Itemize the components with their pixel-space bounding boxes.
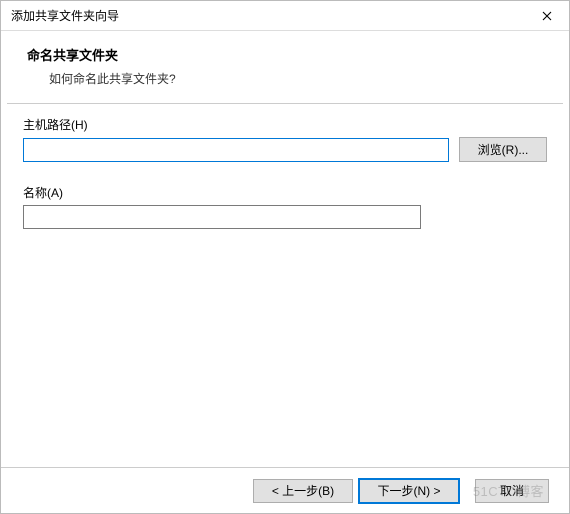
host-path-group: 主机路径(H) 浏览(R)... — [23, 116, 547, 162]
close-button[interactable] — [527, 2, 567, 30]
name-row — [23, 205, 547, 229]
wizard-footer: < 上一步(B) 下一步(N) > 取消 — [1, 467, 569, 513]
close-icon — [542, 11, 552, 21]
window-title: 添加共享文件夹向导 — [11, 7, 527, 24]
back-button[interactable]: < 上一步(B) — [253, 479, 353, 503]
browse-button[interactable]: 浏览(R)... — [459, 137, 547, 162]
cancel-button[interactable]: 取消 — [475, 479, 549, 503]
host-path-input[interactable] — [23, 138, 449, 162]
name-group: 名称(A) — [23, 184, 547, 229]
host-path-row: 浏览(R)... — [23, 137, 547, 162]
page-subtitle: 如何命名此共享文件夹? — [27, 70, 559, 87]
next-button[interactable]: 下一步(N) > — [359, 479, 459, 503]
wizard-header: 命名共享文件夹 如何命名此共享文件夹? — [1, 31, 569, 103]
name-label: 名称(A) — [23, 184, 547, 201]
page-title: 命名共享文件夹 — [27, 45, 559, 64]
content-area: 主机路径(H) 浏览(R)... 名称(A) — [1, 104, 569, 467]
name-input[interactable] — [23, 205, 421, 229]
host-path-label: 主机路径(H) — [23, 116, 547, 133]
titlebar: 添加共享文件夹向导 — [1, 1, 569, 31]
